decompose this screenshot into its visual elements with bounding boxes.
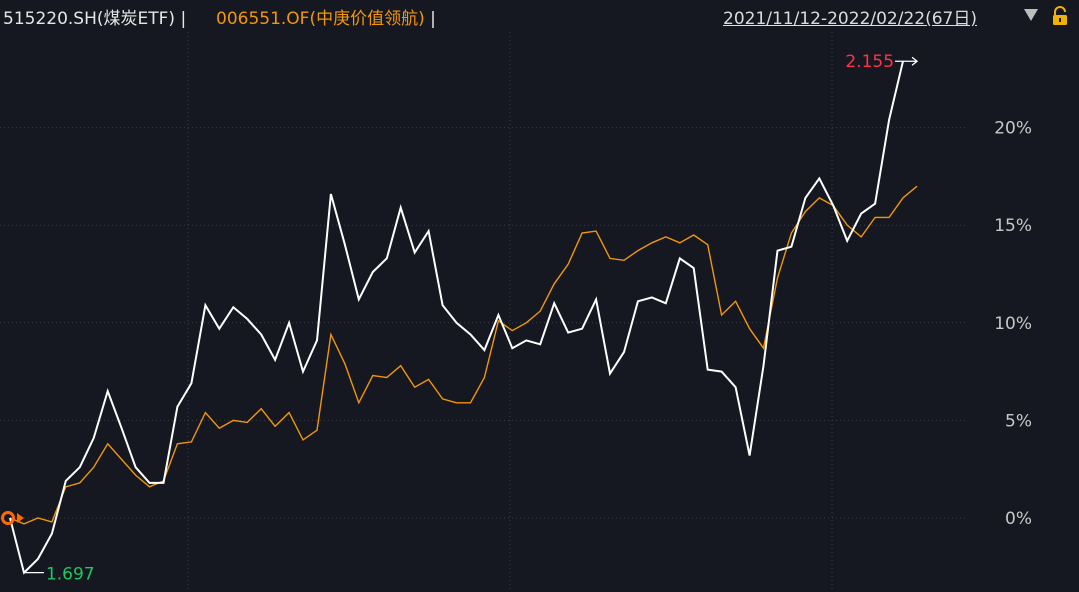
max-value-label: 2.155 — [845, 52, 894, 72]
y-tick-label: 5% — [1005, 411, 1032, 431]
chart-header: 515220.SH(煤炭ETF) | 006551.OF(中庚价值领航) | 2… — [0, 0, 1079, 32]
series-1-label: 515220.SH(煤炭ETF) — [3, 9, 176, 29]
min-value-label: 1.697 — [46, 565, 95, 585]
start-arrow-icon — [17, 513, 24, 523]
y-tick-label: 15% — [994, 216, 1032, 236]
y-axis: 0% 5% 10% 15% 20% — [994, 119, 1032, 529]
y-tick-label: 20% — [994, 119, 1032, 139]
chart-marks: 2.155 1.697 — [1, 52, 919, 585]
series-1-line — [9, 60, 904, 575]
chart: 0% 5% 10% 15% 20% 2.155 1.697 — [0, 32, 1032, 592]
legend-series-2[interactable]: 006551.OF(中庚价值领航) | — [216, 4, 436, 29]
series-2-label: 006551.OF(中庚价值领航) — [216, 9, 425, 29]
y-tick-label: 0% — [1005, 509, 1032, 529]
legend-separator: | — [430, 9, 436, 29]
series-2-line — [9, 185, 918, 525]
lock-icon[interactable] — [1051, 6, 1069, 26]
legend-separator: | — [180, 9, 187, 29]
legend-series-1[interactable]: 515220.SH(煤炭ETF) | — [3, 4, 186, 29]
caret-down-icon[interactable] — [1024, 9, 1038, 21]
date-range-link[interactable]: 2021/11/12-2022/02/22(67日) — [723, 4, 977, 29]
y-tick-label: 10% — [994, 314, 1032, 334]
grid-lines — [0, 32, 966, 592]
